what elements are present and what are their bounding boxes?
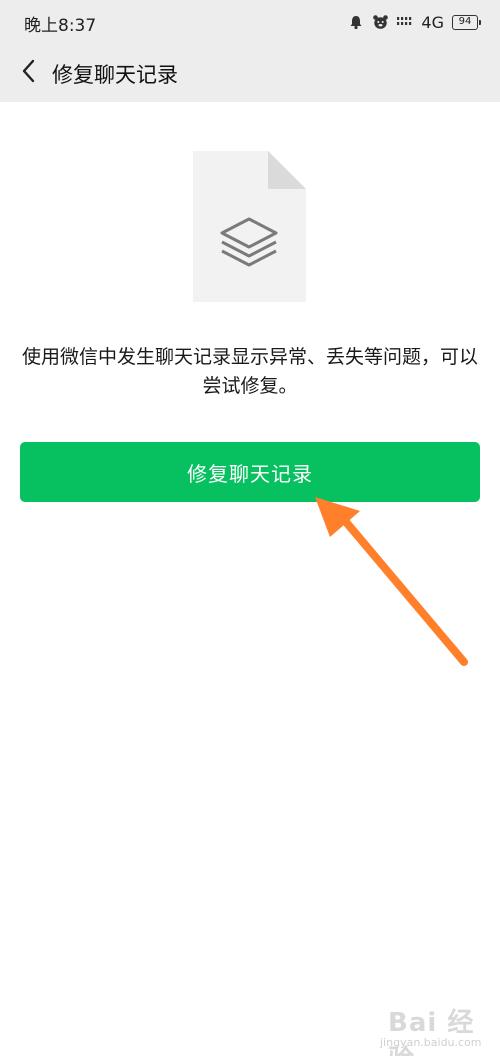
page-title: 修复聊天记录: [52, 63, 178, 87]
nav-bar: 修复聊天记录: [0, 44, 500, 102]
alarm-icon: [348, 14, 364, 30]
signal-icon: [397, 15, 413, 29]
chevron-left-icon: [21, 59, 35, 87]
status-icons: 4G 94: [348, 10, 481, 34]
baidu-jingyan-watermark: Bai 经验 jingyan.baidu.com: [360, 1000, 485, 1056]
network-label: 4G: [421, 12, 444, 32]
battery-indicator: 94: [452, 14, 481, 30]
repair-chat-history-button[interactable]: 修复聊天记录: [20, 442, 480, 502]
description-text: 使用微信中发生聊天记录显示异常、丢失等问题，可以尝试修复。: [21, 346, 478, 397]
watermark-url: jingyan.baidu.com: [380, 1036, 482, 1049]
pet-icon: [372, 14, 389, 30]
status-time: 晚上8:37: [24, 16, 97, 36]
layers-file-icon: [193, 151, 306, 302]
back-button[interactable]: [10, 55, 46, 91]
status-bar: 晚上8:37 4G 94: [0, 0, 500, 44]
